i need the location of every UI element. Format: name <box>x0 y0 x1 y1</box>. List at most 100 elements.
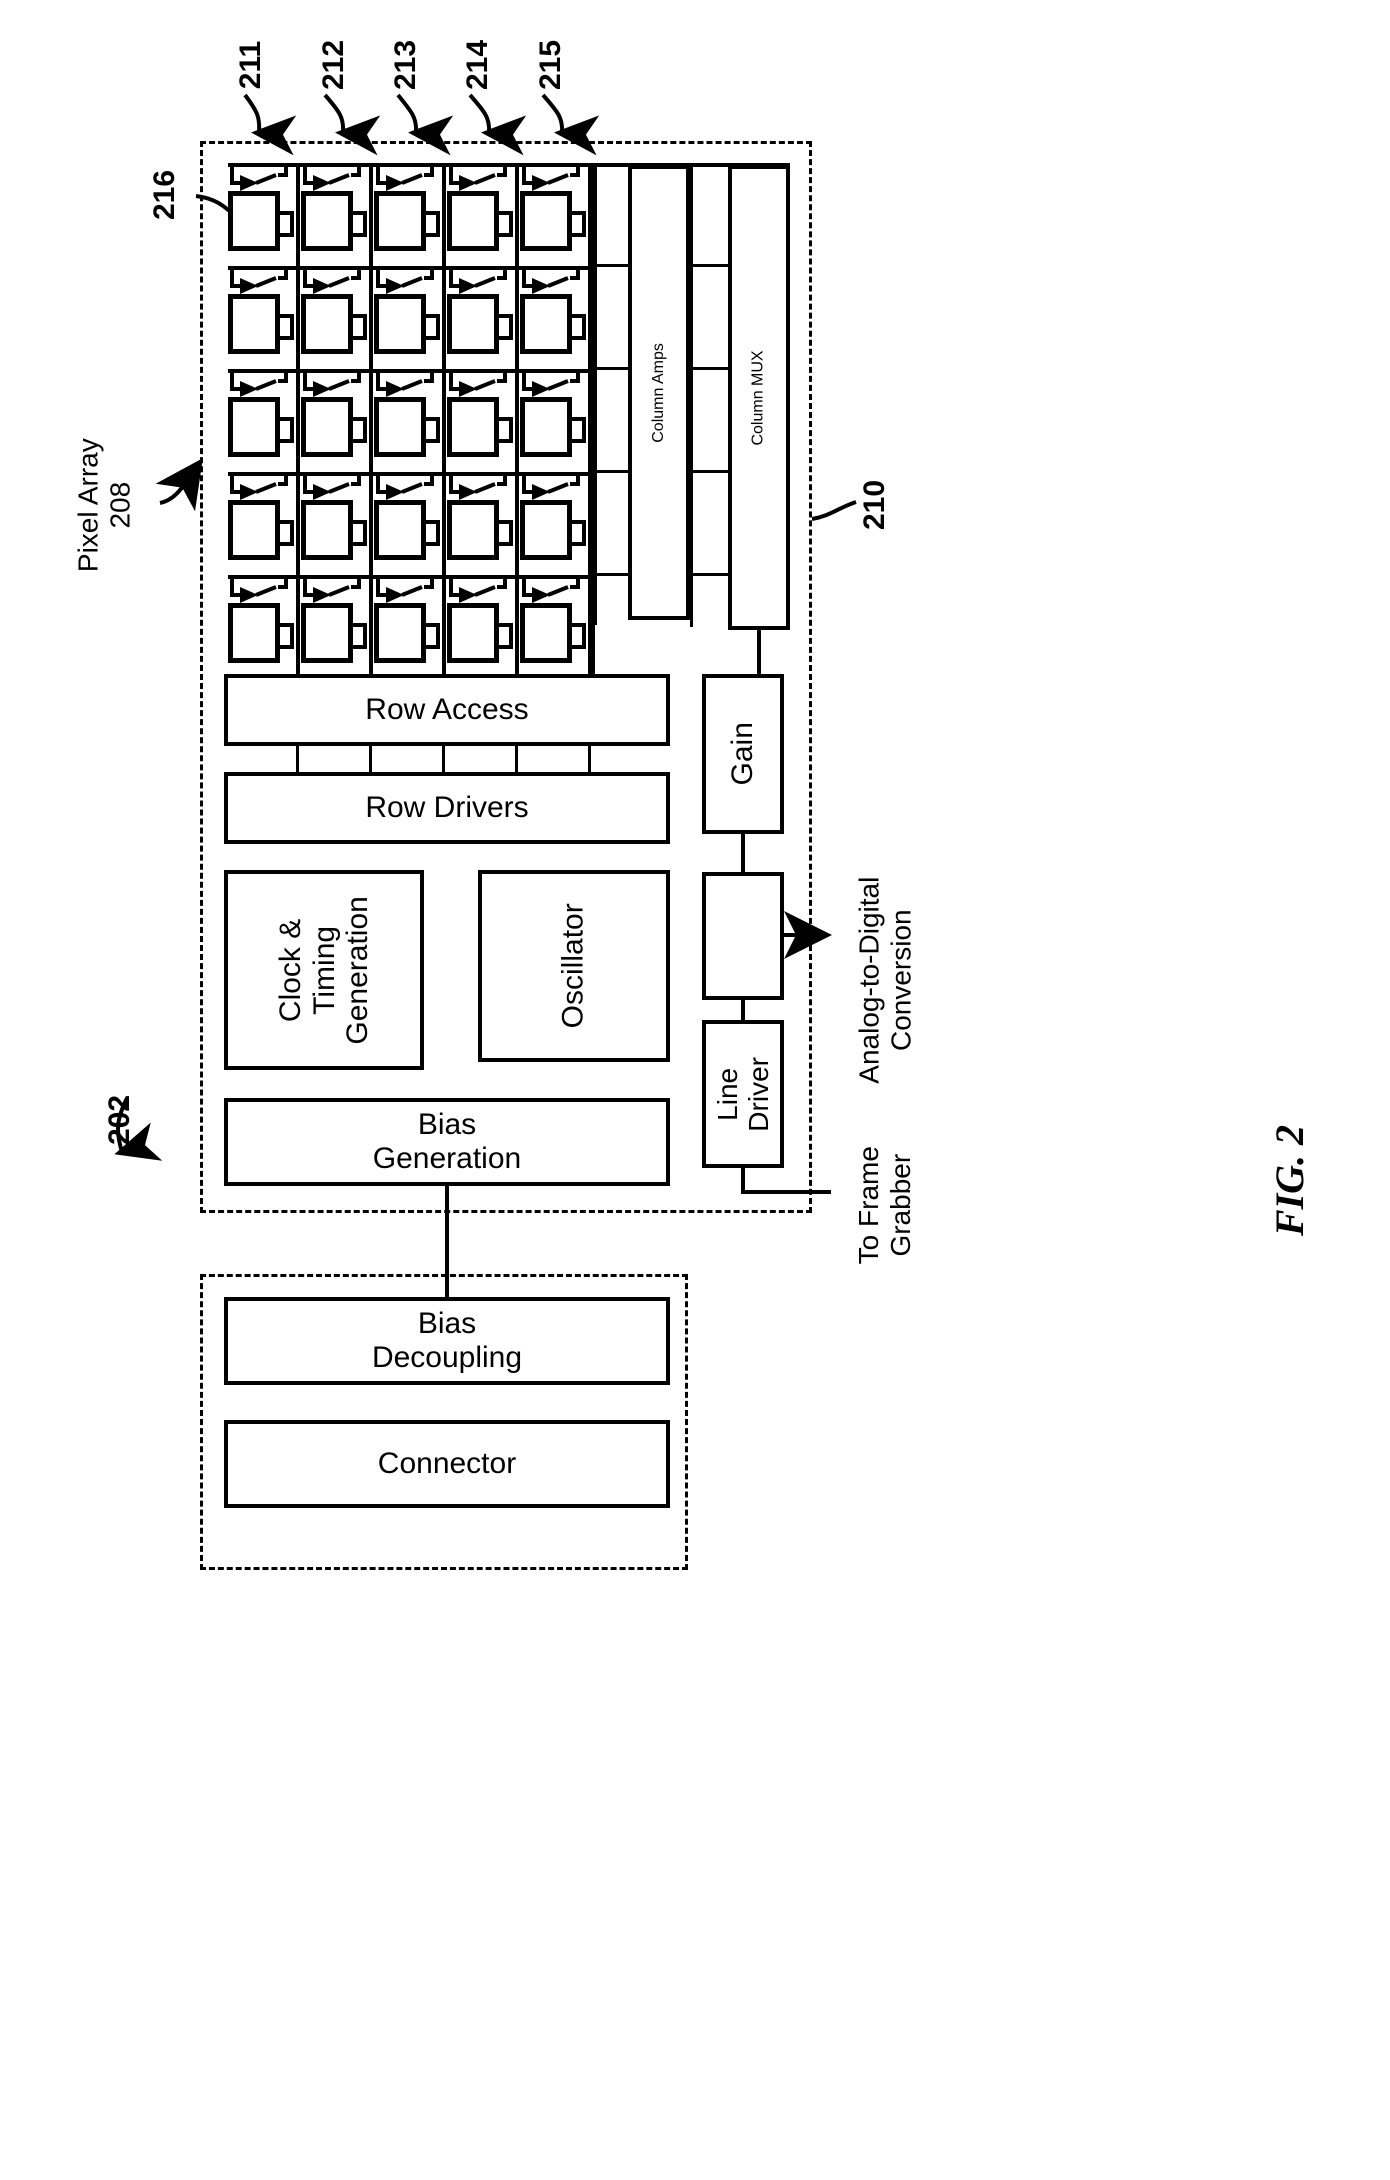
pixel-cell <box>374 397 426 457</box>
pixel-column-tap-link <box>436 623 440 649</box>
pixel-cell <box>301 294 353 354</box>
pixel-select-transistor-icon <box>376 163 434 191</box>
amp-segment-divider <box>594 264 630 267</box>
pixel-select-transistor-icon <box>449 472 507 500</box>
block-analog-to-digital <box>702 872 784 1000</box>
pixel-column-tap-link <box>290 417 294 443</box>
pixel-column-tap-link <box>363 314 367 340</box>
pixel-select-transistor-icon <box>230 266 288 294</box>
pixel-select-transistor-icon <box>230 163 288 191</box>
wire-gain-to-adc <box>741 832 745 874</box>
block-bias-decoupling: Bias Decoupling <box>224 1297 670 1385</box>
reference-212: 212 <box>317 39 350 91</box>
block-column-mux: Column MUX <box>728 165 790 630</box>
figure-label: FIG. 2 <box>1267 1124 1313 1236</box>
amp-segment-divider <box>594 573 630 576</box>
array-top-rail <box>594 163 790 167</box>
pixel-select-transistor-icon <box>303 369 361 397</box>
pixel-column-tap-link <box>509 314 513 340</box>
array-row-access-link <box>296 646 299 676</box>
block-bias-generation: Bias Generation <box>224 1098 670 1186</box>
pixel-cell <box>301 500 353 560</box>
block-oscillator: Oscillator <box>478 870 670 1062</box>
reference-215: 215 <box>534 39 567 91</box>
mux-segment-divider <box>690 367 730 370</box>
column-bus-line <box>296 163 300 705</box>
mux-segment-divider <box>690 470 730 473</box>
pixel-cell <box>301 603 353 663</box>
pixel-column-tap-link <box>436 520 440 546</box>
pixel-column-tap-link <box>363 623 367 649</box>
pixel-column-tap-link <box>509 520 513 546</box>
pixel-column-tap-link <box>290 314 294 340</box>
pixel-cell <box>228 397 280 457</box>
wire-linedriver-out-h <box>741 1190 831 1194</box>
amp-input-rail <box>594 165 597 625</box>
array-row-access-link <box>442 646 445 676</box>
row-access-driver-link <box>296 746 299 774</box>
array-row-access-link <box>588 646 591 676</box>
column-bus-line <box>515 163 519 705</box>
pixel-column-tap-link <box>436 314 440 340</box>
mux-segment-divider <box>690 264 730 267</box>
block-connector: Connector <box>224 1420 670 1508</box>
block-gain: Gain <box>702 674 784 834</box>
pixel-select-transistor-icon <box>376 369 434 397</box>
pixel-column-tap-link <box>436 211 440 237</box>
pixel-select-transistor-icon <box>522 575 580 603</box>
pixel-select-transistor-icon <box>230 472 288 500</box>
pixel-cell <box>374 500 426 560</box>
pixel-select-transistor-icon <box>376 472 434 500</box>
pixel-column-tap-link <box>582 211 586 237</box>
pixel-cell <box>447 397 499 457</box>
pixel-column-tap-link <box>509 211 513 237</box>
pixel-column-tap-link <box>509 623 513 649</box>
row-access-driver-link <box>515 746 518 774</box>
patent-figure-2: FIG. 2 211 212 213 214 215 216 Pixel Arr… <box>0 0 1390 2180</box>
wire-mux-to-gain <box>757 630 761 676</box>
pixel-column-tap-link <box>290 623 294 649</box>
pixel-column-tap-link <box>582 314 586 340</box>
pixel-select-transistor-icon <box>449 266 507 294</box>
pixel-cell <box>374 603 426 663</box>
pixel-select-transistor-icon <box>303 575 361 603</box>
column-bus-line <box>442 163 446 705</box>
pixel-select-transistor-icon <box>522 369 580 397</box>
block-clock-timing: Clock & Timing Generation <box>224 870 424 1070</box>
pixel-cell <box>301 191 353 251</box>
pixel-select-transistor-icon <box>522 472 580 500</box>
row-access-driver-link <box>588 746 591 774</box>
pixel-cell <box>520 500 572 560</box>
pixel-column-tap-link <box>582 623 586 649</box>
callout-210: 210 <box>858 479 891 531</box>
array-row-access-link <box>369 646 372 676</box>
wire-adc-to-linedriver <box>741 998 745 1022</box>
pixel-cell <box>520 397 572 457</box>
pixel-select-transistor-icon <box>303 266 361 294</box>
amp-segment-divider <box>594 367 630 370</box>
pixel-cell <box>447 500 499 560</box>
pixel-cell <box>374 294 426 354</box>
pixel-cell <box>447 191 499 251</box>
pixel-cell <box>228 500 280 560</box>
reference-214: 214 <box>461 39 494 91</box>
block-line-driver: Line Driver <box>702 1020 784 1168</box>
pixel-select-transistor-icon <box>303 163 361 191</box>
row-access-driver-link <box>442 746 445 774</box>
pixel-column-tap-link <box>290 211 294 237</box>
reference-213: 213 <box>389 39 422 91</box>
pixel-select-transistor-icon <box>449 163 507 191</box>
pixel-select-transistor-icon <box>303 472 361 500</box>
pixel-cell <box>447 294 499 354</box>
block-row-drivers: Row Drivers <box>224 772 670 844</box>
pixel-column-tap-link <box>436 417 440 443</box>
pixel-select-transistor-icon <box>522 266 580 294</box>
block-column-amps: Column Amps <box>628 165 690 620</box>
callout-frame-grabber: To Frame Grabber <box>852 1145 916 1265</box>
callout-pixel-array: Pixel Array 208 <box>72 438 137 572</box>
amp-segment-divider <box>594 470 630 473</box>
reference-211: 211 <box>234 40 267 90</box>
pixel-select-transistor-icon <box>376 266 434 294</box>
mux-input-rail <box>690 165 693 627</box>
pixel-select-transistor-icon <box>522 163 580 191</box>
